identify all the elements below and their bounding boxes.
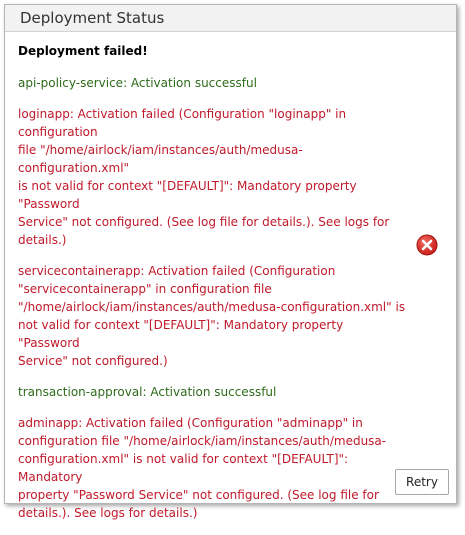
dialog-content: Deployment failed! api-policy-service: A…	[18, 42, 408, 535]
retry-button[interactable]: Retry	[395, 469, 449, 495]
status-message-loginapp: loginapp: Activation failed (Configurati…	[18, 107, 390, 247]
status-message-transaction-approval: transaction-approval: Activation success…	[18, 385, 277, 399]
error-x-icon	[416, 234, 438, 256]
status-message-servicecontainerapp: servicecontainerapp: Activation failed (…	[18, 264, 406, 368]
deployment-headline: Deployment failed!	[18, 44, 148, 58]
deployment-status-dialog: Deployment Status Deployment failed! api…	[4, 4, 457, 520]
dialog-titlebar: Deployment Status	[5, 5, 456, 32]
dialog-title: Deployment Status	[20, 9, 165, 27]
status-message-adminapp: adminapp: Activation failed (Configurati…	[18, 416, 387, 520]
status-message-api-policy-service: api-policy-service: Activation successfu…	[18, 76, 257, 90]
